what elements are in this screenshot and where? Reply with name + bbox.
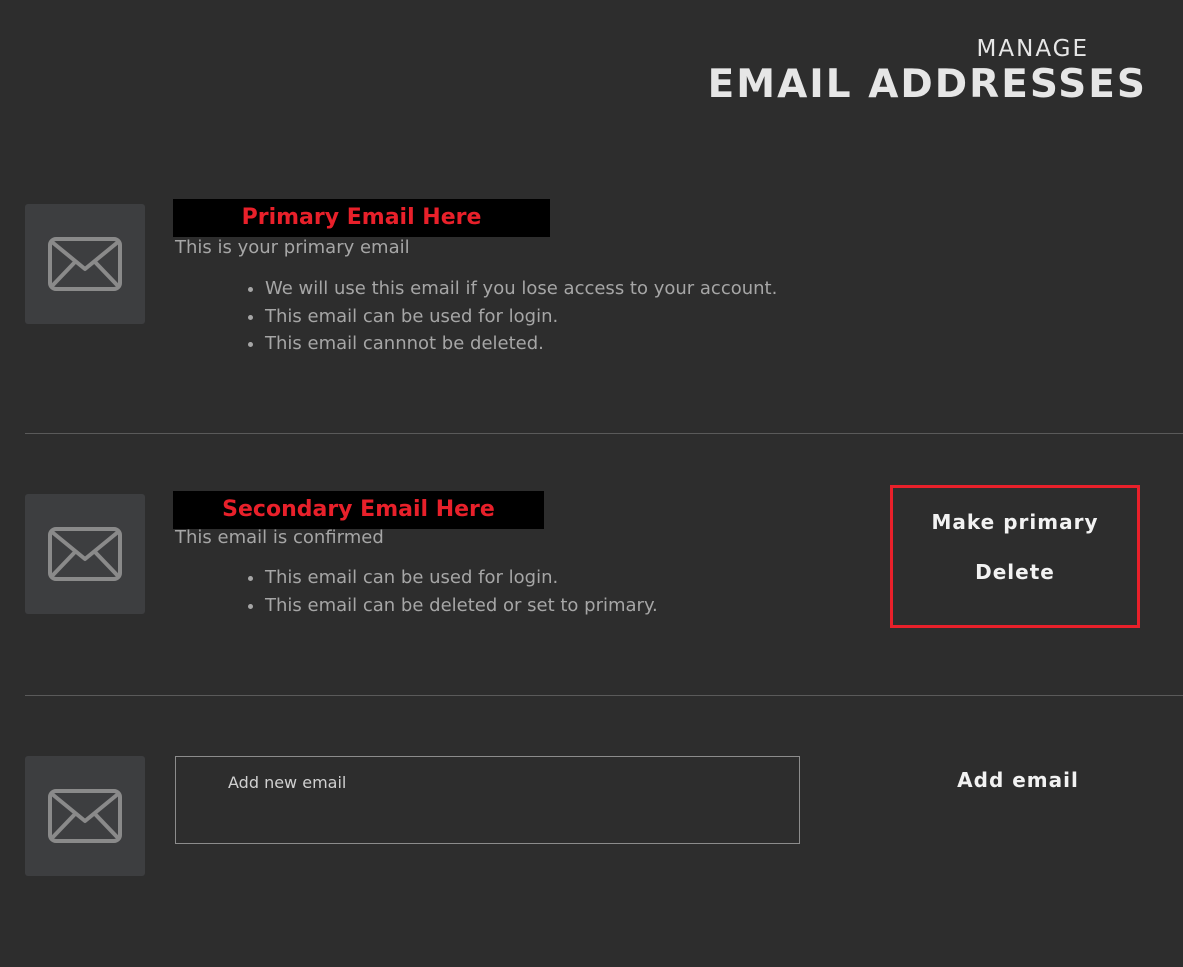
secondary-email-icon-box bbox=[25, 494, 145, 614]
primary-email-notes: We will use this email if you lose acces… bbox=[245, 275, 777, 358]
section-divider bbox=[25, 433, 1183, 434]
list-item: We will use this email if you lose acces… bbox=[265, 275, 777, 303]
add-email-icon-box bbox=[25, 756, 145, 876]
primary-email-icon-box bbox=[25, 204, 145, 324]
secondary-email-actions: Make primary Delete bbox=[890, 485, 1140, 628]
page-heading: MANAGE EMAIL ADDRESSES bbox=[707, 36, 1147, 107]
secondary-email-status: This email is confirmed bbox=[175, 527, 384, 548]
primary-email-address: Primary Email Here bbox=[173, 199, 550, 237]
envelope-icon bbox=[48, 237, 122, 291]
new-email-input[interactable] bbox=[175, 756, 800, 844]
heading-line-manage: MANAGE bbox=[976, 36, 1089, 62]
list-item: This email can be used for login. bbox=[265, 303, 777, 331]
envelope-icon bbox=[48, 789, 122, 843]
add-email-button[interactable]: Add email bbox=[893, 768, 1143, 792]
section-divider bbox=[25, 695, 1183, 696]
secondary-email-address: Secondary Email Here bbox=[173, 491, 544, 529]
primary-email-status: This is your primary email bbox=[175, 237, 410, 258]
secondary-email-notes: This email can be used for login. This e… bbox=[245, 564, 658, 619]
list-item: This email can be deleted or set to prim… bbox=[265, 592, 658, 620]
list-item: This email cannnot be deleted. bbox=[265, 330, 777, 358]
delete-button[interactable]: Delete bbox=[893, 560, 1137, 584]
make-primary-button[interactable]: Make primary bbox=[893, 510, 1137, 534]
envelope-icon bbox=[48, 527, 122, 581]
heading-line-email-addresses: EMAIL ADDRESSES bbox=[707, 62, 1147, 107]
manage-email-page: MANAGE EMAIL ADDRESSES Primary Email Her… bbox=[0, 0, 1183, 967]
list-item: This email can be used for login. bbox=[265, 564, 658, 592]
